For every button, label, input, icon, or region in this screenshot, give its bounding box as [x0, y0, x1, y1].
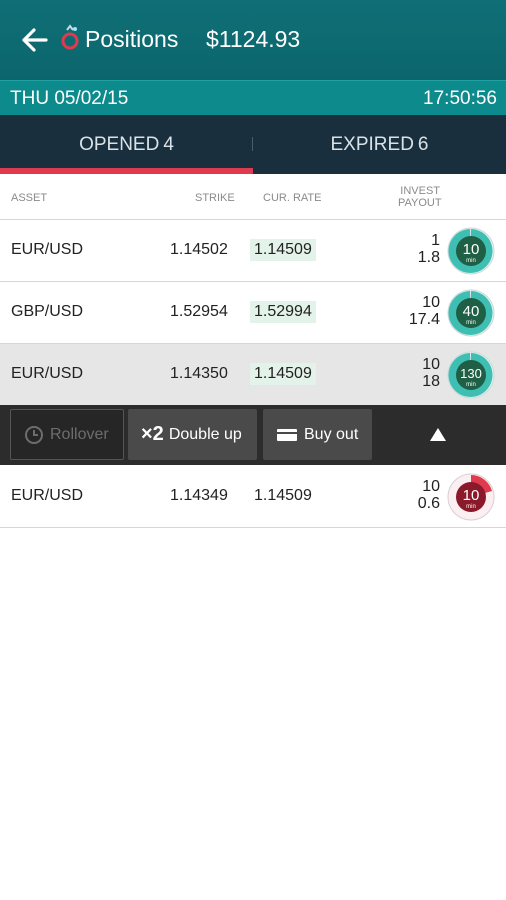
rollover-label: Rollover — [50, 425, 109, 443]
current-date: THU 05/02/15 — [10, 88, 129, 109]
card-icon — [276, 427, 298, 443]
tab-bar: OPENED 4 EXPIRED 6 — [0, 115, 506, 174]
tab-opened-count: 4 — [163, 133, 174, 155]
position-row-selected[interactable]: EUR/USD 1.14350 1.14509 10 18 130 min — [0, 344, 506, 406]
account-balance: $1124.93 — [206, 26, 301, 52]
rollover-button[interactable]: Rollover — [10, 409, 124, 460]
buy-out-button[interactable]: Buy out — [263, 409, 372, 460]
col-cur-rate: CUR. RATE — [263, 192, 322, 204]
row-asset: EUR/USD — [11, 365, 84, 382]
expiry-timer: 40 min — [447, 289, 495, 337]
timer-value: 40 — [463, 303, 480, 320]
row-invest-payout: 1 1.8 — [418, 232, 440, 266]
row-invest: 10 — [422, 478, 440, 495]
date-bar: THU 05/02/15 17:50:56 — [0, 80, 506, 115]
timer-unit: min — [466, 382, 476, 388]
row-invest-payout: 10 17.4 — [409, 294, 440, 328]
position-row[interactable]: GBP/USD 1.52954 1.52994 10 17.4 40 min — [0, 282, 506, 344]
col-strike: STRIKE — [195, 192, 235, 204]
app-bar: Positions $1124.93 — [0, 0, 506, 80]
tab-expired[interactable]: EXPIRED 6 — [253, 115, 506, 174]
position-row[interactable]: EUR/USD 1.14502 1.14509 1 1.8 10 min — [0, 220, 506, 282]
timer-value: 130 — [460, 366, 482, 381]
row-invest-payout: 10 18 — [422, 356, 440, 390]
row-cur-rate: 1.14509 — [250, 363, 316, 385]
row-invest: 10 — [422, 294, 440, 311]
row-cur-rate: 1.14509 — [254, 487, 312, 504]
double-up-button[interactable]: ×2 Double up — [128, 409, 257, 460]
timer-value: 10 — [463, 241, 480, 258]
row-payout: 1.8 — [417, 249, 440, 266]
timer-unit: min — [466, 504, 476, 510]
double-up-label: Double up — [168, 425, 242, 443]
col-invest: INVEST — [400, 185, 440, 197]
page-title: Positions — [85, 26, 179, 52]
expiry-timer: 10 min — [447, 227, 495, 275]
row-invest: 10 — [422, 356, 440, 373]
row-invest: 1 — [431, 232, 440, 249]
row-asset: EUR/USD — [11, 241, 84, 258]
row-strike: 1.52954 — [170, 303, 228, 320]
row-strike: 1.14350 — [170, 365, 228, 382]
action-toolbar: Rollover ×2 Double up Buy out — [0, 405, 506, 465]
col-invest-payout: INVEST PAYOUT — [398, 185, 442, 209]
position-row[interactable]: EUR/USD 1.14349 1.14509 10 0.6 10 min — [0, 466, 506, 528]
tab-opened-label: OPENED — [79, 133, 160, 155]
clock-icon — [24, 425, 44, 445]
column-header: ASSET STRIKE CUR. RATE INVEST PAYOUT — [0, 174, 506, 220]
row-cur-rate: 1.14509 — [250, 239, 316, 261]
double-icon: ×2 — [141, 423, 164, 445]
current-time: 17:50:56 — [423, 88, 497, 109]
col-asset: ASSET — [11, 192, 48, 204]
timer-value: 10 — [463, 487, 480, 504]
tab-opened[interactable]: OPENED 4 — [0, 115, 253, 174]
row-asset: GBP/USD — [11, 303, 84, 320]
expiry-timer: 10 min — [447, 473, 495, 521]
row-payout: 17.4 — [408, 311, 440, 328]
app-logo-icon — [61, 24, 79, 50]
timer-unit: min — [466, 258, 476, 264]
timer-unit: min — [466, 320, 476, 326]
row-strike: 1.14502 — [170, 241, 228, 258]
expiry-timer: 130 min — [447, 351, 495, 399]
row-strike: 1.14349 — [170, 487, 228, 504]
tab-expired-count: 6 — [417, 133, 429, 155]
chevron-up-icon[interactable] — [430, 428, 446, 441]
buy-out-label: Buy out — [304, 425, 359, 443]
row-asset: EUR/USD — [11, 487, 84, 504]
col-payout: PAYOUT — [398, 197, 442, 209]
tab-expired-label: EXPIRED — [330, 133, 414, 155]
back-arrow-icon[interactable] — [20, 25, 48, 55]
row-invest-payout: 10 0.6 — [418, 478, 440, 512]
row-payout: 0.6 — [417, 495, 440, 512]
row-payout: 18 — [422, 373, 440, 390]
row-cur-rate: 1.52994 — [250, 301, 316, 323]
